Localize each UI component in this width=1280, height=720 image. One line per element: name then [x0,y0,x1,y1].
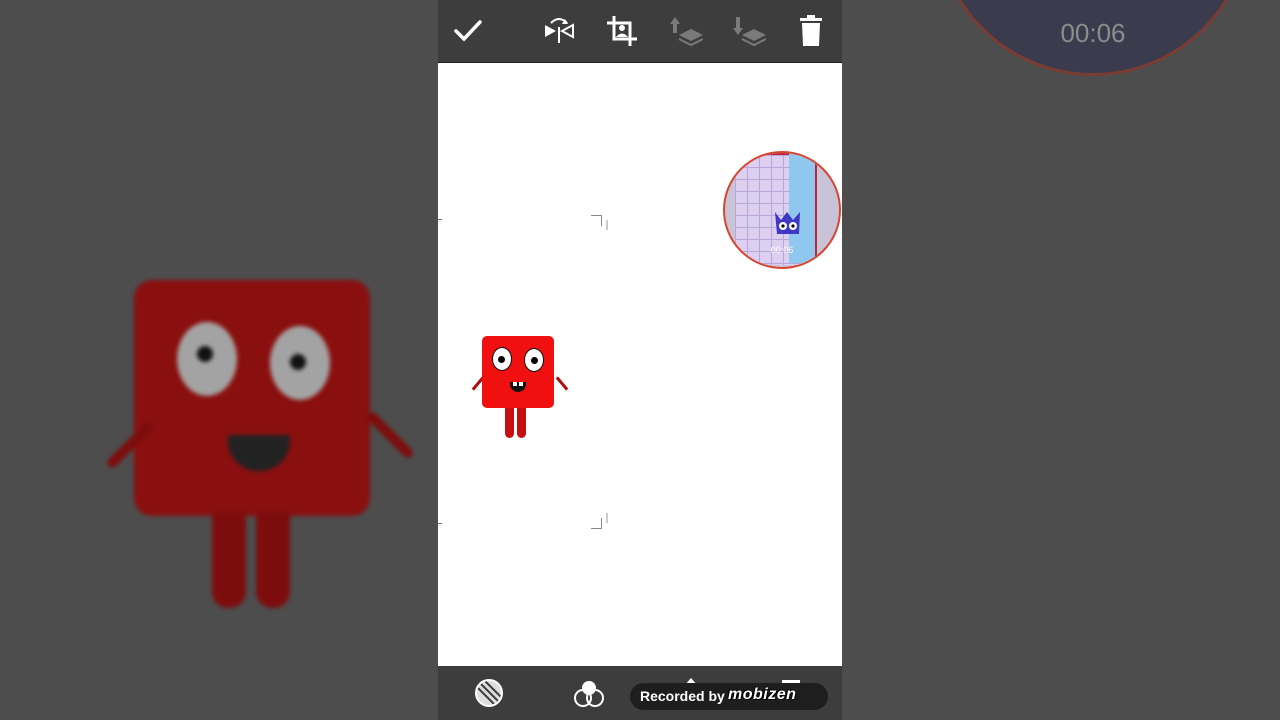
character-eye [524,348,544,372]
crop-edge [438,523,442,524]
layer-up-icon[interactable] [667,13,704,49]
character-leg [505,408,514,438]
phone-screen: 00:06 [438,0,842,720]
background-webcam-timer: 00:06 [1060,18,1126,48]
background-character [100,280,415,610]
character-tooth [519,382,523,386]
flip-icon[interactable] [541,13,577,49]
layer-down-icon[interactable] [730,13,767,49]
character-pupil [498,356,505,363]
recorder-label: Recorded by [640,688,725,704]
background-leg [256,512,290,608]
red-block-character[interactable] [470,334,570,440]
recorder-brand: mobizen [728,686,797,703]
background-pupil [290,354,306,370]
character-mouth [510,382,526,392]
character-arm [555,376,569,391]
recorder-watermark: Recorded by mobizen [630,683,828,710]
background-character-body [134,280,370,516]
webcam-bubble[interactable]: 00:06 [723,151,841,269]
background-webcam-bubble: 00:06 [935,0,1251,76]
crop-handle-shadow [596,513,608,523]
character-tooth [513,382,517,386]
top-toolbar [438,0,842,63]
trash-icon[interactable] [793,13,829,49]
character-eye [492,347,512,371]
character-leg [517,408,526,438]
crop-icon[interactable] [604,13,640,49]
opacity-icon[interactable] [472,676,506,710]
background-leg [212,512,246,608]
character-body [482,336,554,408]
crop-handle-shadow [596,220,608,230]
background-pupil [197,346,213,362]
crop-edge [438,219,442,220]
background-arm [365,410,415,460]
character-pupil [531,357,538,364]
check-icon[interactable] [450,13,486,49]
blend-icon[interactable] [572,676,606,710]
webcam-character [775,212,800,234]
webcam-timer: 00:06 [770,245,794,255]
